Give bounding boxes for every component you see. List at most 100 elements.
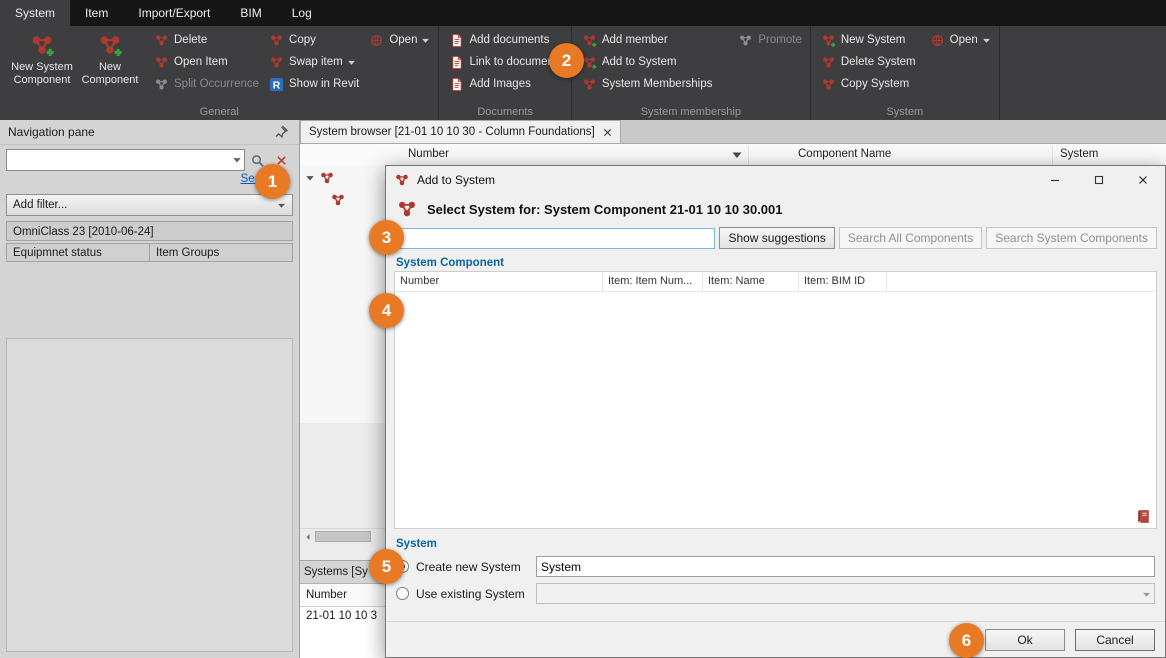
nav-column-item-groups[interactable]: Item Groups [149, 243, 293, 262]
dlg-column-item-name[interactable]: Item: Name [703, 272, 799, 291]
add-documents-button[interactable]: Add documents [449, 31, 562, 49]
delete-system-button[interactable]: Delete System [821, 53, 916, 71]
use-existing-system-radio[interactable] [396, 587, 409, 600]
pin-icon[interactable] [274, 124, 289, 139]
copy-system-label: Copy System [841, 78, 909, 90]
swap-item-button[interactable]: Swap item [269, 53, 359, 71]
menu-tab-system[interactable]: System [0, 0, 70, 26]
add-to-system-label: Add to System [602, 56, 677, 68]
system-memberships-icon [582, 77, 597, 92]
callout-5: 5 [369, 549, 404, 584]
add-filter-label: Add filter... [13, 199, 273, 211]
ok-button[interactable]: Ok [985, 629, 1065, 651]
minimize-icon [1050, 175, 1060, 185]
dialog-app-icon [394, 172, 410, 188]
close-button[interactable] [1121, 166, 1165, 194]
callout-6-number: 6 [962, 631, 971, 651]
link-to-documents-button[interactable]: Link to documents [449, 53, 562, 71]
nav-column-equipment-status[interactable]: Equipmnet status [6, 243, 150, 262]
tree-node[interactable] [305, 170, 335, 186]
group-label-system-membership: System membership [572, 106, 810, 118]
ribbon-group-general: New System Component New Component Delet… [0, 26, 439, 120]
add-images-button[interactable]: Add Images [449, 75, 562, 93]
nav-search-dropdown-icon[interactable] [232, 155, 242, 165]
add-member-label: Add member [602, 34, 668, 46]
sort-descending-icon[interactable] [732, 151, 742, 159]
split-occurrence-button[interactable]: Split Occurrence [154, 75, 259, 93]
new-system-component-button[interactable]: New System Component [8, 29, 76, 87]
add-filter-dropdown[interactable]: Add filter... [6, 194, 293, 216]
promote-icon [738, 33, 753, 48]
copy-icon [269, 33, 284, 48]
tab-close-icon[interactable] [603, 128, 612, 137]
scrollbar-thumb[interactable] [315, 531, 371, 542]
promote-label: Promote [758, 34, 801, 46]
menu-tab-bim[interactable]: BIM [225, 0, 276, 26]
group-label-system: System [811, 106, 999, 118]
open-system-dropdown-button[interactable]: Open [930, 31, 991, 49]
nav-search-combobox[interactable] [6, 149, 245, 171]
scroll-left-button[interactable] [300, 529, 315, 544]
nav-search-input[interactable] [7, 150, 244, 170]
search-all-components-button[interactable]: Search All Components [839, 227, 982, 249]
dlg-column-number[interactable]: Number [395, 272, 603, 291]
new-system-label: New System [841, 34, 906, 46]
add-documents-label: Add documents [469, 34, 549, 46]
section-system-component: System Component [386, 252, 1165, 271]
minimize-button[interactable] [1033, 166, 1077, 194]
callout-6: 6 [949, 623, 984, 658]
show-suggestions-button[interactable]: Show suggestions [719, 227, 834, 249]
column-number[interactable]: Number [408, 148, 449, 160]
column-component-name[interactable]: Component Name [798, 148, 891, 160]
open-label: Open [389, 34, 417, 46]
open-dropdown-icon [421, 36, 430, 45]
new-component-button[interactable]: New Component [76, 29, 144, 87]
tree-expander-icon[interactable] [305, 173, 315, 183]
column-system[interactable]: System [1060, 148, 1098, 160]
copy-button[interactable]: Copy [269, 31, 359, 49]
menu-tab-log[interactable]: Log [277, 0, 327, 26]
tab-system-browser-label: System browser [21-01 10 10 30 - Column … [309, 126, 595, 138]
open-item-button[interactable]: Open Item [154, 53, 259, 71]
grid-header: Number Component Name System [300, 144, 1166, 167]
search-system-components-button[interactable]: Search System Components [986, 227, 1157, 249]
dlg-column-item-number[interactable]: Item: Item Num... [603, 272, 703, 291]
omniclass-label: OmniClass 23 [2010-06-24] [13, 226, 154, 238]
cancel-button[interactable]: Cancel [1075, 629, 1155, 651]
maximize-button[interactable] [1077, 166, 1121, 194]
open-dropdown-button[interactable]: Open [369, 31, 430, 49]
delete-button[interactable]: Delete [154, 31, 259, 49]
callout-4: 4 [369, 293, 404, 328]
split-occurrence-icon [154, 77, 169, 92]
group-label-general: General [0, 106, 438, 118]
callout-3: 3 [369, 220, 404, 255]
copy-system-button[interactable]: Copy System [821, 75, 916, 93]
tree-node[interactable] [330, 192, 346, 208]
promote-button[interactable]: Promote [738, 31, 801, 49]
dialog-header-text: Select System for: System Component 21-0… [427, 202, 783, 217]
component-header-icon [396, 198, 418, 220]
nav-item-list[interactable] [6, 338, 293, 652]
system-memberships-button[interactable]: System Memberships [582, 75, 713, 93]
ribbon-group-system-membership: Add member Add to System System Membersh… [572, 26, 811, 120]
svg-text:R: R [273, 80, 281, 91]
new-system-name-input[interactable] [536, 556, 1155, 577]
existing-system-combobox[interactable] [536, 583, 1155, 604]
omniclass-header[interactable]: OmniClass 23 [2010-06-24] [6, 221, 293, 241]
dialog-search-input[interactable] [394, 228, 715, 249]
dialog-title-bar[interactable]: Add to System [386, 166, 1165, 194]
add-member-icon [582, 33, 597, 48]
tab-system-browser[interactable]: System browser [21-01 10 10 30 - Column … [300, 120, 621, 143]
new-system-button[interactable]: New System [821, 31, 916, 49]
add-to-system-button[interactable]: Add to System [582, 53, 713, 71]
callout-1-number: 1 [268, 172, 277, 192]
menu-tab-item[interactable]: Item [70, 0, 123, 26]
combo-chevron-icon [1142, 590, 1151, 599]
new-system-component-icon [29, 32, 55, 58]
menu-tab-import-export[interactable]: Import/Export [123, 0, 225, 26]
add-member-button[interactable]: Add member [582, 31, 713, 49]
dlg-column-item-bim-id[interactable]: Item: BIM ID [799, 272, 887, 291]
system-component-table[interactable]: Number Item: Item Num... Item: Name Item… [394, 271, 1157, 529]
report-icon[interactable] [1135, 508, 1152, 525]
show-in-revit-button[interactable]: R Show in Revit [269, 75, 359, 93]
